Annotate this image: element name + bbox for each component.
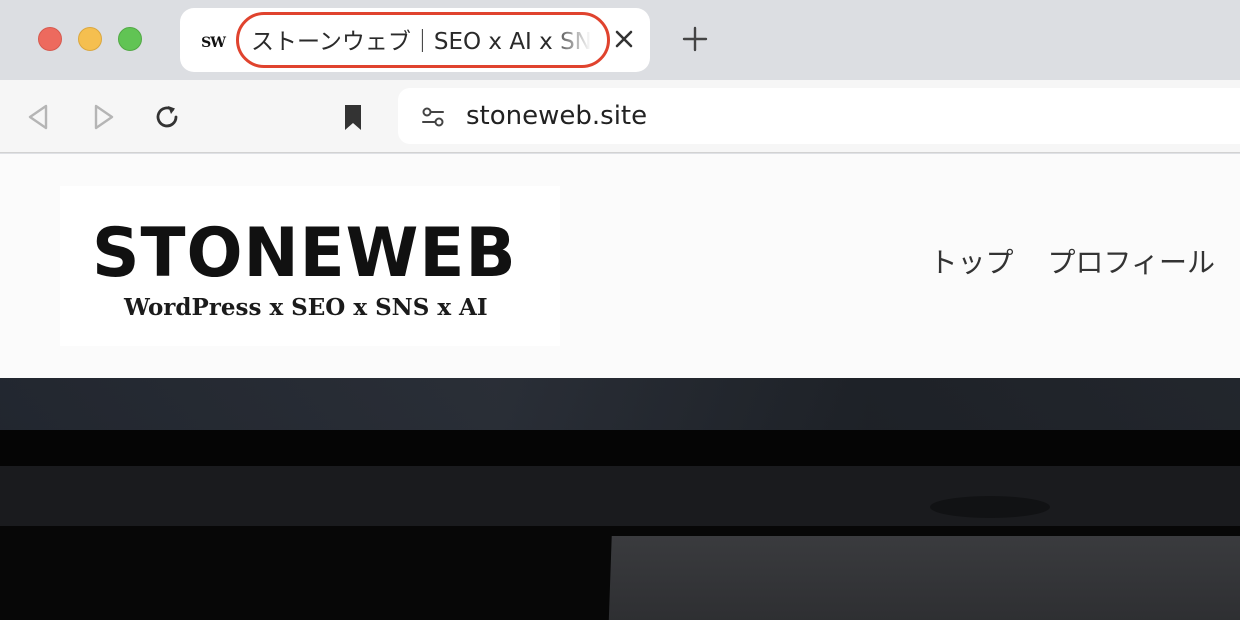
site-logo[interactable]: STONEWEB WordPress x SEO x SNS x AI <box>60 186 560 346</box>
nav-item-top[interactable]: トップ <box>930 246 1014 280</box>
address-bar[interactable]: stoneweb.site <box>398 88 1240 144</box>
back-arrow-icon[interactable] <box>22 100 56 134</box>
web-page: STONEWEB WordPress x SEO x SNS x AI トップ … <box>0 154 1240 620</box>
tab-title-highlight: ストーンウェブ｜SEO x AI x SNS <box>236 12 610 68</box>
hero-layer <box>0 430 1240 466</box>
hero-layer <box>608 536 1240 620</box>
active-tab[interactable]: SW ストーンウェブ｜SEO x AI x SNS <box>180 8 650 72</box>
close-icon[interactable] <box>610 25 638 53</box>
window-maximize-button[interactable] <box>118 27 142 51</box>
hero-layer <box>0 466 1240 526</box>
tab-strip: SW ストーンウェブ｜SEO x AI x SNS <box>0 0 1240 80</box>
window-close-button[interactable] <box>38 27 62 51</box>
window-minimize-button[interactable] <box>78 27 102 51</box>
browser-toolbar: stoneweb.site <box>0 80 1240 153</box>
site-favicon: SW <box>200 30 226 56</box>
hero-image <box>0 378 1240 620</box>
logo-tagline: WordPress x SEO x SNS x AI <box>124 294 488 321</box>
hero-layer <box>930 496 1050 518</box>
forward-arrow-icon[interactable] <box>86 100 120 134</box>
site-header: STONEWEB WordPress x SEO x SNS x AI トップ … <box>0 154 1240 378</box>
nav-item-profile[interactable]: プロフィール <box>1048 246 1215 280</box>
sliders-icon[interactable] <box>420 104 446 130</box>
bookmark-icon[interactable] <box>336 100 370 134</box>
reload-icon[interactable] <box>150 100 184 134</box>
tab-title: ストーンウェブ｜SEO x AI x SNS <box>251 29 591 55</box>
url-text[interactable]: stoneweb.site <box>466 102 647 130</box>
site-nav: トップ プロフィール <box>930 246 1215 280</box>
plus-icon[interactable] <box>680 24 710 54</box>
logo-wordmark: STONEWEB <box>92 214 517 293</box>
hero-layer <box>0 378 1240 430</box>
